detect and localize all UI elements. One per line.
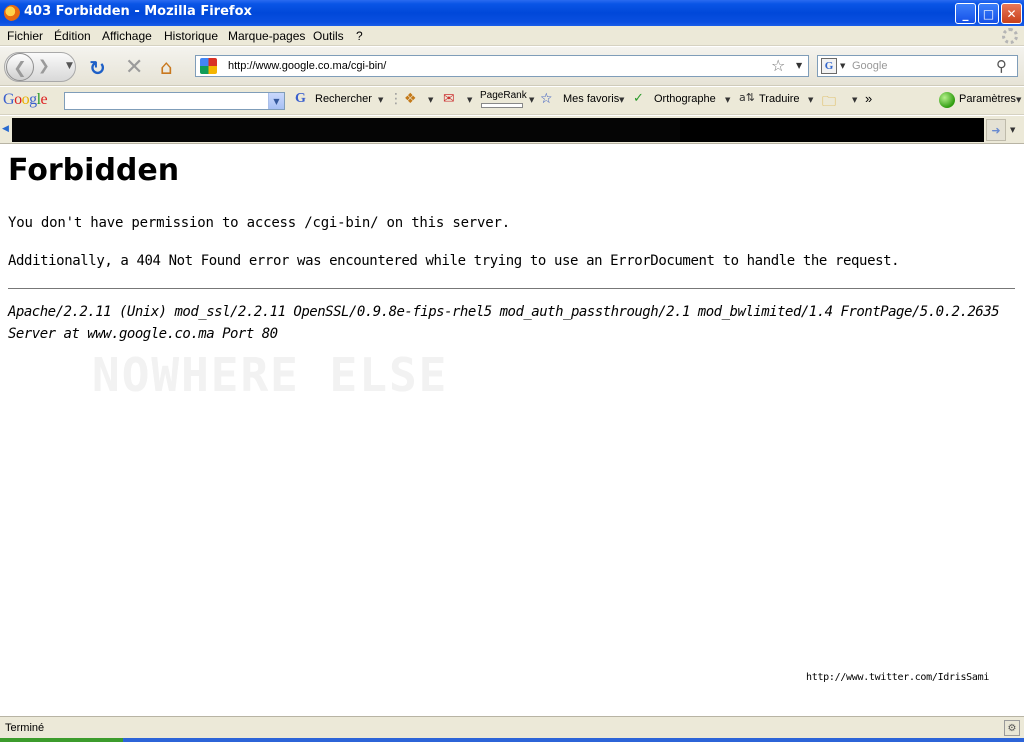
addon-status-icon[interactable]: ⚙	[1004, 720, 1020, 736]
menu-marque-pages[interactable]: Marque-pages	[228, 29, 305, 43]
mes-favoris-button[interactable]: Mes favoris	[563, 93, 619, 105]
orthographe-button[interactable]: Orthographe	[654, 93, 716, 105]
google-logo[interactable]: Google	[3, 91, 48, 109]
status-text: Terminé	[5, 722, 45, 734]
search-box[interactable]: G ▼ Google ⚲	[817, 55, 1018, 77]
pagerank-bar	[481, 103, 523, 108]
stop-icon[interactable]: ✕	[125, 55, 143, 80]
search-engine-icon[interactable]: G	[821, 58, 837, 74]
firefox-logo-icon	[4, 5, 20, 21]
rechercher-button[interactable]: Rechercher	[315, 93, 372, 105]
credit-text: http://www.twitter.com/IdrisSami	[806, 672, 990, 683]
taskbar-strip	[0, 738, 1024, 742]
google-favicon-icon	[200, 58, 217, 74]
logo-letter: g	[29, 91, 37, 108]
popup-dropdown-icon[interactable]: ▼	[428, 96, 433, 104]
menu-help[interactable]: ?	[356, 29, 363, 43]
menu-affichage[interactable]: Affichage	[102, 29, 152, 43]
page-content: Forbidden You don't have permission to a…	[0, 145, 1024, 715]
status-ok-icon	[939, 92, 955, 108]
menu-historique[interactable]: Historique	[164, 29, 218, 43]
search-engine-dropdown-icon[interactable]: ▼	[840, 62, 845, 70]
star-icon: ☆	[540, 91, 553, 107]
title-bar: 403 Forbidden - Mozilla Firefox _ □ ✕	[0, 0, 1024, 26]
window-title: 403 Forbidden - Mozilla Firefox	[24, 4, 252, 19]
menu-edition[interactable]: Édition	[54, 29, 91, 43]
translate-icon: a⇅	[739, 91, 755, 104]
reload-icon[interactable]: ↻	[89, 56, 106, 80]
menu-outils[interactable]: Outils	[313, 29, 344, 43]
throbber-icon	[1002, 28, 1018, 44]
magnifier-icon[interactable]: ⚲	[996, 57, 1007, 75]
additional-message: Additionally, a 404 Not Found error was …	[8, 253, 900, 269]
folder-icon[interactable]: 🗀	[822, 91, 836, 115]
url-dropdown-icon[interactable]: ▼	[796, 61, 802, 70]
url-bar[interactable]: http://www.google.co.ma/cgi-bin/ ☆ ▼	[195, 55, 809, 77]
status-bar: Terminé ⚙	[0, 716, 1024, 738]
search-input[interactable]: Google	[852, 60, 887, 72]
mail-dropdown-icon[interactable]: ▼	[467, 96, 472, 104]
menu-bar: Fichier Édition Affichage Historique Mar…	[0, 26, 1024, 46]
logo-letter: o	[14, 91, 22, 108]
mail-icon[interactable]: ✉	[443, 91, 455, 107]
page-title: Forbidden	[8, 153, 180, 188]
minimize-button[interactable]: _	[955, 3, 976, 24]
scroll-right-icon[interactable]: ➜	[986, 119, 1006, 141]
google-toolbar: Google ▼ G Rechercher ▼ ⋮ ❖ ▼ ✉ ▼ PageRa…	[0, 87, 1024, 115]
logo-letter: o	[21, 91, 30, 108]
traduire-dropdown-icon[interactable]: ▼	[808, 96, 813, 104]
logo-letter: G	[3, 91, 15, 108]
separator-icon: ⋮	[389, 91, 403, 107]
maximize-button[interactable]: □	[978, 3, 999, 24]
permission-message: You don't have permission to access /cgi…	[8, 215, 510, 231]
bookmarks-dropdown-icon[interactable]: ▼	[1010, 126, 1015, 134]
rechercher-dropdown-icon[interactable]: ▼	[378, 96, 383, 104]
google-search-input[interactable]: ▼	[64, 92, 285, 110]
url-text[interactable]: http://www.google.co.ma/cgi-bin/	[228, 60, 386, 72]
pagerank-dropdown-icon[interactable]: ▼	[529, 96, 534, 104]
pagerank-label[interactable]: PageRank	[480, 90, 527, 101]
spellcheck-icon: ✓	[633, 91, 644, 106]
forward-arrow-icon[interactable]: ❯	[38, 58, 50, 74]
more-tools-chevron-icon[interactable]: »	[865, 91, 872, 106]
server-signature: Apache/2.2.11 (Unix) mod_ssl/2.2.11 Open…	[8, 304, 1000, 342]
logo-letter: e	[40, 91, 48, 108]
star-icon[interactable]: ☆	[771, 56, 785, 75]
chevron-down-icon[interactable]: ▼	[268, 93, 284, 109]
parametres-dropdown-icon[interactable]: ▼	[1016, 96, 1021, 104]
parametres-button[interactable]: Paramètres	[959, 93, 1016, 105]
divider	[8, 288, 1015, 289]
redacted-bar	[680, 118, 984, 142]
favoris-dropdown-icon[interactable]: ▼	[619, 96, 624, 104]
home-icon[interactable]: ⌂	[160, 55, 173, 79]
bookmarks-toolbar: ◀ ➜ ▼	[0, 116, 1024, 144]
scroll-left-icon[interactable]: ◀	[2, 124, 9, 134]
traduire-button[interactable]: Traduire	[759, 93, 800, 105]
popup-blocker-icon[interactable]: ❖	[404, 91, 417, 107]
orthographe-dropdown-icon[interactable]: ▼	[725, 96, 730, 104]
back-button[interactable]: ❮	[6, 53, 34, 81]
watermark-text: NOWHERE ELSE	[92, 348, 449, 402]
google-g-icon: G	[295, 91, 306, 106]
navigation-toolbar: ❮ ❯ ▼ ↻ ✕ ⌂ http://www.google.co.ma/cgi-…	[0, 47, 1024, 86]
history-dropdown-icon[interactable]: ▼	[66, 61, 73, 71]
menu-fichier[interactable]: Fichier	[7, 29, 43, 43]
folder-dropdown-icon[interactable]: ▼	[852, 96, 857, 104]
back-arrow-icon: ❮	[13, 57, 27, 77]
close-button[interactable]: ✕	[1001, 3, 1022, 24]
